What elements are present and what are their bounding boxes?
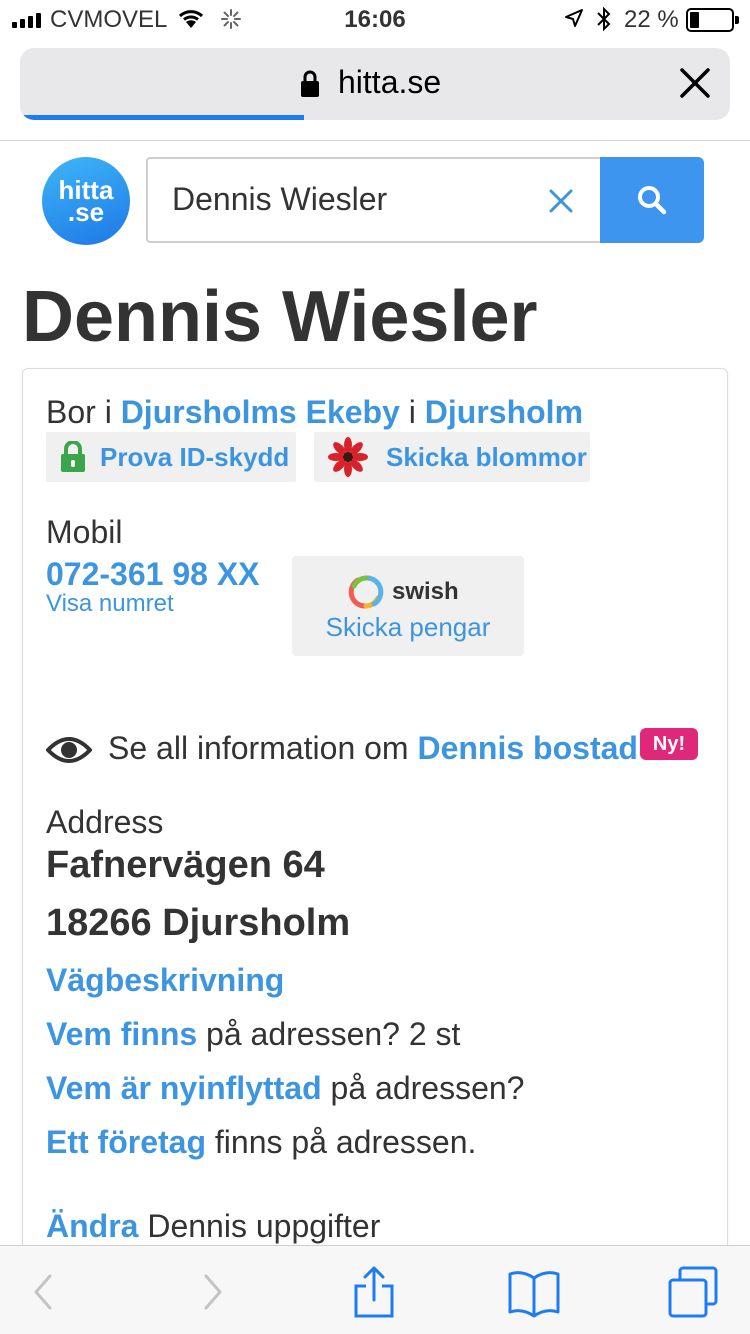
housing-info-link[interactable]: Dennis bostad	[417, 730, 637, 766]
padlock-icon	[61, 441, 85, 472]
housing-info-prefix: Se all information om	[108, 730, 418, 766]
edit-line: Ändra Dennis uppgifter	[46, 1208, 380, 1245]
housing-info-line: Se all information om Dennis bostad	[108, 730, 638, 767]
hitta-logo[interactable]: hitta .se	[42, 157, 130, 245]
phone-number[interactable]: 072-361 98 XX	[46, 556, 260, 593]
swish-button[interactable]: swish Skicka pengar	[292, 556, 524, 656]
close-icon[interactable]	[678, 66, 712, 100]
forward-icon[interactable]	[200, 1264, 226, 1320]
residence-prefix: Bor i	[46, 394, 121, 430]
swish-icon	[348, 575, 384, 609]
page-title: Dennis Wiesler	[22, 277, 538, 357]
send-flowers-button[interactable]: Skicka blommor	[314, 432, 590, 482]
divider	[0, 140, 750, 141]
url-text[interactable]: hitta.se	[338, 64, 441, 101]
bookmarks-icon[interactable]	[506, 1264, 562, 1320]
clear-search-icon[interactable]	[546, 186, 576, 216]
share-icon[interactable]	[352, 1264, 396, 1320]
page-load-progress	[20, 115, 304, 120]
newly-moved-link[interactable]: Vem är nyinflyttad	[46, 1070, 322, 1106]
address-label: Address	[46, 804, 164, 840]
bluetooth-icon	[597, 6, 611, 32]
lock-icon	[301, 70, 319, 97]
residence-mid: i	[399, 394, 425, 430]
search-button[interactable]	[600, 157, 704, 243]
newly-moved-line: Vem är nyinflyttad på adressen?	[46, 1070, 524, 1107]
send-flowers-label: Skicka blommor	[386, 441, 587, 472]
tabs-icon[interactable]	[666, 1264, 720, 1320]
battery-percent: 22 %	[624, 6, 679, 33]
mobile-label: Mobil	[46, 514, 123, 550]
search-input[interactable]	[172, 181, 532, 218]
address-street: Fafnervägen 64	[46, 844, 325, 886]
edit-text: Dennis uppgifter	[138, 1208, 381, 1244]
newly-moved-text: på adressen?	[321, 1070, 525, 1106]
residents-link[interactable]: Vem finns	[46, 1016, 197, 1052]
search-box[interactable]	[146, 157, 602, 243]
location-icon	[565, 9, 583, 27]
show-number-link[interactable]: Visa numret	[46, 590, 174, 618]
swish-logo: swish	[348, 574, 459, 610]
swish-action-label: Skicka pengar	[325, 612, 491, 642]
residents-text: på adressen? 2 st	[197, 1016, 461, 1052]
company-line: Ett företag finns på adressen.	[46, 1124, 476, 1161]
residents-line: Vem finns på adressen? 2 st	[46, 1016, 460, 1053]
new-badge: Ny!	[640, 728, 698, 760]
search-icon	[638, 186, 667, 215]
area-link[interactable]: Djursholms Ekeby	[121, 394, 400, 430]
city-link[interactable]: Djursholm	[425, 394, 583, 430]
directions-link[interactable]: Vägbeskrivning	[46, 962, 284, 999]
company-link[interactable]: Ett företag	[46, 1124, 206, 1160]
flower-icon	[328, 437, 368, 477]
battery-icon	[686, 8, 739, 32]
swish-wordmark: swish	[392, 578, 459, 605]
back-icon[interactable]	[30, 1264, 56, 1320]
id-protect-label: Prova ID-skydd	[100, 441, 290, 472]
eye-icon	[46, 737, 92, 763]
edit-link[interactable]: Ändra	[46, 1208, 138, 1244]
logo-text-bottom: .se	[67, 197, 105, 227]
company-text: finns på adressen.	[206, 1124, 477, 1160]
address-postal: 18266 Djursholm	[46, 902, 351, 944]
residence-line: Bor i Djursholms Ekeby i Djursholm	[46, 394, 583, 431]
id-protect-button[interactable]: Prova ID-skydd	[46, 432, 296, 482]
